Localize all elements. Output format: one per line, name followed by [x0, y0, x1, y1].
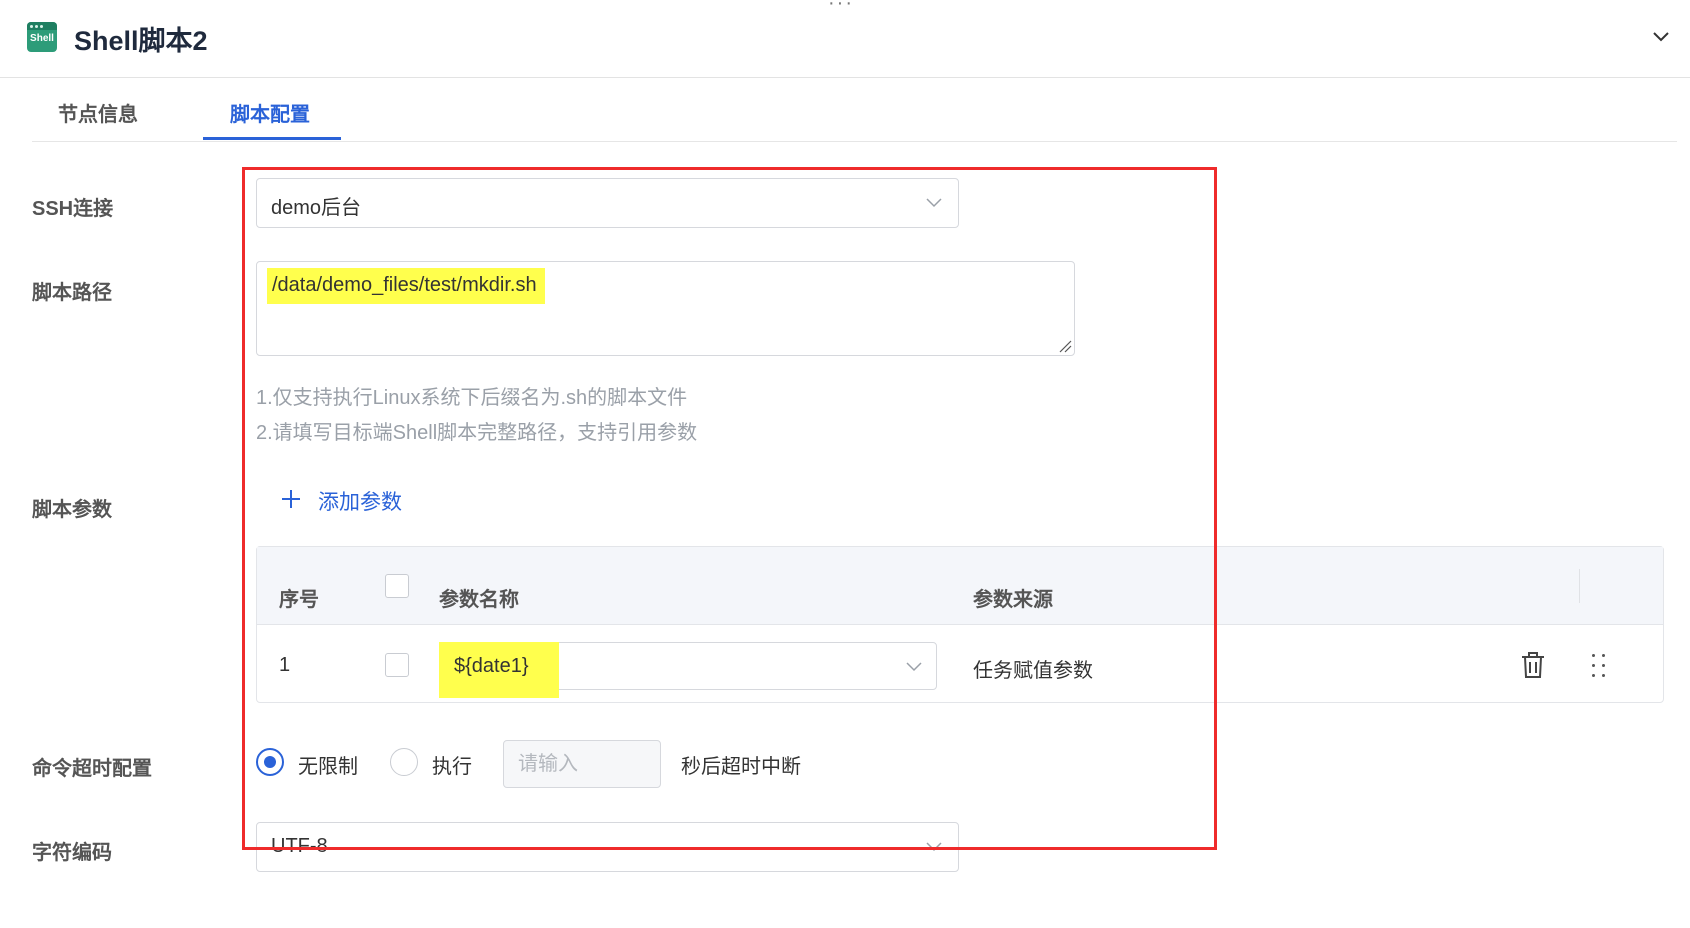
table-header: 序号 参数名称 参数来源: [257, 547, 1663, 625]
select-all-checkbox[interactable]: [385, 574, 409, 598]
node-title: Shell脚本2: [74, 26, 208, 56]
active-tab-indicator: [203, 137, 341, 140]
plus-icon: [282, 490, 300, 508]
resize-handle-icon[interactable]: [1058, 339, 1072, 353]
node-header: Shell Shell脚本2: [0, 0, 1690, 78]
radio-execute-label: 执行: [432, 756, 472, 778]
param-name-select[interactable]: ${date1}: [439, 642, 937, 698]
chevron-down-icon: [926, 198, 942, 208]
encoding-select[interactable]: UTF-8: [256, 822, 959, 872]
column-header-index: 序号: [279, 589, 319, 611]
timeout-seconds-field[interactable]: [504, 741, 660, 787]
ssh-select-value: demo后台: [271, 197, 362, 219]
timeout-suffix: 秒后超时中断: [681, 756, 801, 778]
script-path-value: /data/demo_files/test/mkdir.sh: [267, 268, 545, 304]
shell-icon: Shell: [27, 22, 57, 52]
timeout-seconds-input[interactable]: [503, 740, 661, 788]
script-path-hint-2: 2.请填写目标端Shell脚本完整路径，支持引用参数: [256, 422, 698, 444]
column-header-source: 参数来源: [973, 589, 1053, 611]
trash-icon[interactable]: [1520, 651, 1546, 679]
script-params-label: 脚本参数: [32, 499, 112, 521]
param-source: 任务赋值参数: [973, 660, 1093, 682]
chevron-down-icon[interactable]: [1646, 22, 1676, 52]
column-header-name: 参数名称: [439, 589, 519, 611]
encoding-label: 字符编码: [32, 842, 112, 864]
ssh-label: SSH连接: [32, 198, 114, 220]
page: ··· Shell Shell脚本2 节点信息 脚本配置 SSH连接 demo后…: [0, 0, 1690, 928]
radio-unlimited[interactable]: [256, 748, 284, 776]
radio-execute[interactable]: [390, 748, 418, 776]
tab-node-info[interactable]: 节点信息: [58, 98, 138, 127]
script-path-textarea[interactable]: /data/demo_files/test/mkdir.sh: [256, 261, 1075, 356]
drag-handle-icon[interactable]: [1589, 651, 1609, 679]
chevron-down-icon: [926, 842, 942, 852]
script-path-hint-1: 1.仅支持执行Linux系统下后缀名为.sh的脚本文件: [256, 387, 688, 409]
tab-bar: 节点信息 脚本配置: [32, 78, 1677, 142]
row-checkbox[interactable]: [385, 653, 409, 677]
params-table: 序号 参数名称 参数来源 1 ${date1} 任务赋值参数: [256, 546, 1664, 703]
timeout-label: 命令超时配置: [32, 758, 152, 780]
param-name-value: ${date1}: [454, 655, 529, 677]
radio-unlimited-label: 无限制: [298, 756, 358, 778]
shell-icon-text: Shell: [30, 33, 54, 44]
ssh-select[interactable]: demo后台: [256, 178, 959, 228]
encoding-select-value: UTF-8: [271, 835, 328, 857]
column-divider: [1579, 569, 1580, 603]
row-index: 1: [279, 654, 291, 676]
tab-script-config[interactable]: 脚本配置: [230, 98, 310, 127]
script-path-label: 脚本路径: [32, 282, 112, 304]
add-param-label: 添加参数: [318, 491, 402, 514]
chevron-down-icon: [906, 662, 922, 672]
